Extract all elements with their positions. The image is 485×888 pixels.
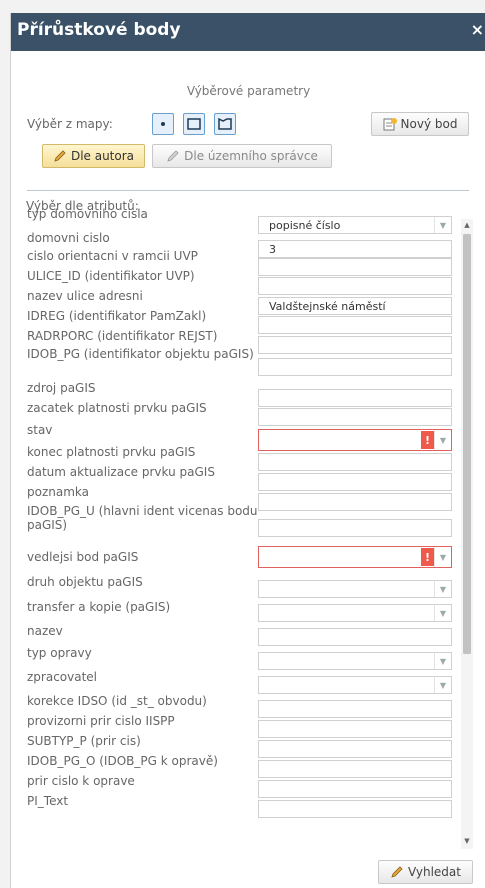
polygon-icon — [218, 118, 232, 130]
attribute-label: prir cislo k oprave — [27, 774, 135, 788]
scroll-down-arrow-icon[interactable]: ▼ — [463, 837, 471, 847]
text-field[interactable] — [258, 473, 452, 491]
pencil-icon — [391, 866, 403, 878]
by-admin-button[interactable]: Dle územního správce — [152, 144, 332, 168]
by-author-button[interactable]: Dle autora — [42, 144, 145, 168]
attribute-label: stav — [27, 423, 53, 437]
text-field[interactable] — [258, 628, 452, 646]
attribute-label: zacatek platnosti prvku paGIS — [27, 401, 207, 415]
dropdown-arrow-icon[interactable]: ▼ — [434, 653, 451, 669]
point-icon — [161, 122, 165, 126]
error-icon: ! — [421, 431, 434, 449]
new-point-label: Nový bod — [400, 117, 458, 131]
attribute-label: konec platnosti prvku paGIS — [27, 445, 196, 459]
attribute-label: nazev ulice adresni — [27, 289, 143, 303]
close-icon[interactable]: × — [471, 20, 484, 39]
pencil-icon — [54, 150, 66, 162]
text-field[interactable] — [258, 277, 452, 295]
scrollbar[interactable]: ▲ ▼ — [461, 219, 473, 849]
window-panel: Přírůstkové body × Výběrové parametry Vý… — [10, 13, 485, 888]
attribute-label: IDOB_PG (identifikator objektu paGIS) — [27, 347, 254, 361]
select-field[interactable]: ▼! — [258, 429, 452, 451]
dropdown-arrow-icon[interactable]: ▼ — [434, 677, 451, 693]
attribute-label: poznamka — [27, 485, 89, 499]
window-title: Přírůstkové body — [17, 20, 181, 40]
select-field[interactable]: popisné číslo ▼ — [258, 216, 452, 234]
attribute-label: vedlejsi bod paGIS — [27, 550, 139, 564]
text-field[interactable] — [258, 780, 452, 798]
attribute-label: typ domovniho cisla — [27, 207, 148, 221]
rectangle-icon — [187, 118, 201, 130]
dropdown-arrow-icon[interactable]: ▼ — [434, 581, 451, 597]
divider — [27, 190, 469, 191]
text-field[interactable] — [258, 740, 452, 758]
text-field[interactable] — [258, 720, 452, 738]
by-admin-label: Dle územního správce — [184, 149, 318, 163]
text-field[interactable] — [258, 453, 452, 471]
select-field[interactable]: ▼ — [258, 580, 452, 598]
attribute-label: cislo orientacni v ramcii UVP — [27, 249, 198, 263]
text-field[interactable] — [258, 493, 452, 511]
titlebar: Přírůstkové body × — [11, 13, 485, 51]
by-author-label: Dle autora — [70, 149, 135, 163]
attribute-label: IDREG (identifikator PamZakl) — [27, 309, 207, 323]
attribute-label: RADRPORC (identifikator REJST) — [27, 329, 218, 343]
field-value: popisné číslo — [269, 218, 341, 232]
add-point-icon — [383, 118, 397, 131]
polygon-select-button[interactable] — [214, 113, 236, 135]
attribute-label: nazev — [27, 624, 63, 638]
field-value: Valdštejnské náměstí — [269, 299, 386, 313]
attribute-label: druh objektu paGIS — [27, 575, 143, 589]
search-button[interactable]: Vyhledat — [378, 860, 473, 884]
text-field[interactable] — [258, 258, 452, 276]
text-field[interactable]: 3 — [258, 240, 452, 258]
select-field[interactable]: ▼ — [258, 652, 452, 670]
error-icon: ! — [421, 548, 434, 566]
text-field[interactable] — [258, 700, 452, 718]
attribute-label: IDOB_PG_U (hlavni ident vicenas bodu paG… — [27, 504, 258, 532]
select-field[interactable]: ▼! — [258, 546, 452, 568]
scroll-up-arrow-icon[interactable]: ▲ — [463, 221, 471, 231]
dropdown-arrow-icon[interactable]: ▼ — [434, 605, 451, 621]
text-field[interactable] — [258, 408, 452, 426]
attribute-label: PI_Text — [27, 794, 69, 808]
attribute-label: zpracovatel — [27, 670, 98, 684]
map-select-label: Výběr z mapy: — [27, 117, 113, 131]
field-value: 3 — [269, 242, 276, 256]
attribute-label: typ opravy — [27, 646, 92, 660]
point-select-button[interactable] — [152, 113, 174, 135]
attribute-label: IDOB_PG_O (IDOB_PG k opravě) — [27, 754, 218, 768]
attribute-label: korekce IDSO (id _st_ obvodu) — [27, 694, 207, 708]
attribute-label: transfer a kopie (paGIS) — [27, 600, 171, 614]
attribute-label: SUBTYP_P (prir cis) — [27, 734, 141, 748]
text-field[interactable] — [258, 316, 452, 334]
scrollbar-thumb[interactable] — [463, 234, 471, 654]
section-subtitle: Výběrové parametry — [186, 84, 311, 98]
select-field[interactable]: ▼ — [258, 604, 452, 622]
new-point-button[interactable]: Nový bod — [371, 112, 469, 136]
dropdown-arrow-icon[interactable]: ▼ — [434, 217, 451, 233]
attribute-label: domovni cislo — [27, 231, 110, 245]
dropdown-arrow-icon[interactable]: ▼ — [434, 547, 451, 567]
attribute-label: provizorni prir cislo IISPP — [27, 714, 175, 728]
text-field[interactable] — [258, 336, 452, 354]
dropdown-arrow-icon[interactable]: ▼ — [434, 430, 451, 450]
rectangle-select-button[interactable] — [183, 113, 205, 135]
select-field[interactable]: ▼ — [258, 676, 452, 694]
search-label: Vyhledat — [408, 865, 461, 879]
text-field[interactable] — [258, 389, 452, 407]
attribute-label: datum aktualizace prvku paGIS — [27, 465, 215, 479]
text-field[interactable] — [258, 519, 452, 537]
text-field[interactable]: Valdštejnské náměstí — [258, 297, 452, 315]
attribute-label: zdroj paGIS — [27, 381, 96, 395]
text-field[interactable] — [258, 760, 452, 778]
text-field[interactable] — [258, 358, 452, 376]
text-field[interactable] — [258, 800, 452, 818]
attribute-label: ULICE_ID (identifikator UVP) — [27, 269, 195, 283]
pencil-icon — [167, 150, 179, 162]
